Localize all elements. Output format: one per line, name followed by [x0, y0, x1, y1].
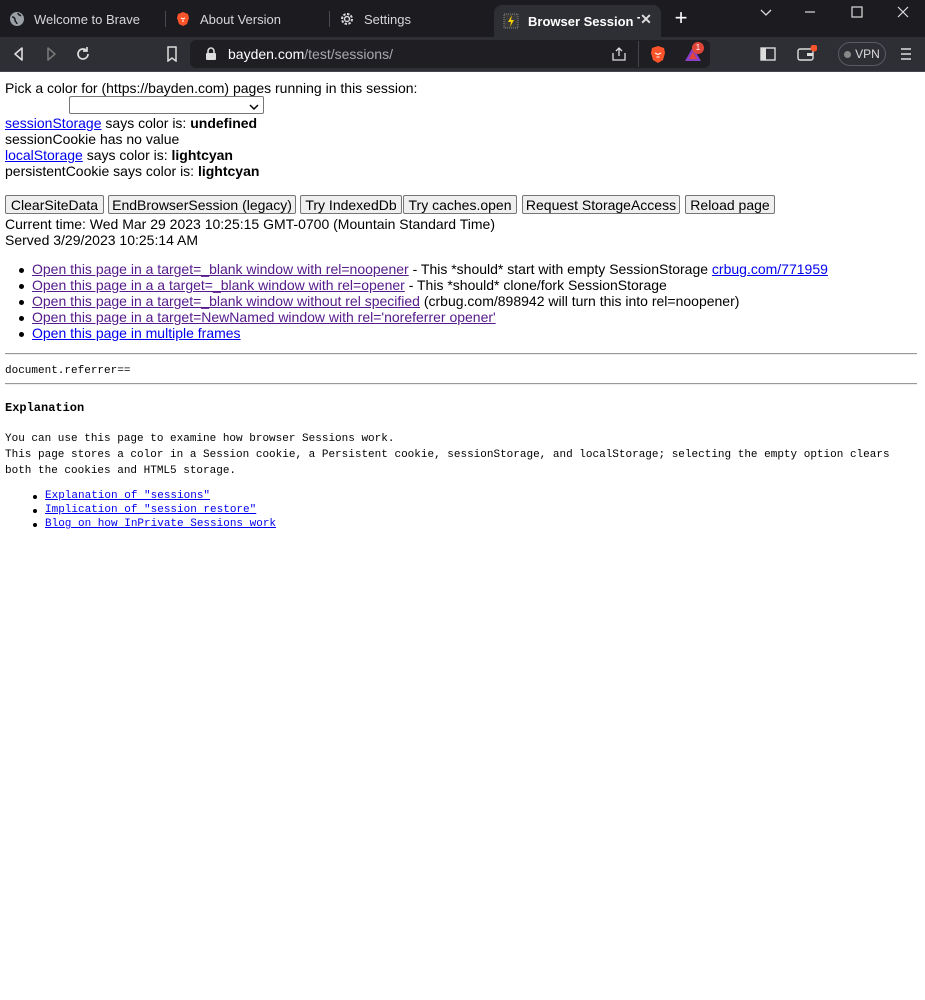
explanation-text: both the cookies and HTML5 storage. [5, 465, 237, 477]
explanation-heading: Explanation [5, 401, 85, 415]
tab-browser-session-test[interactable]: Browser Session Tes ✕ [494, 5, 661, 37]
maximize-icon[interactable] [845, 5, 869, 19]
tab-title: About Version [200, 11, 281, 27]
session-restore-link[interactable]: Implication of "session restore" [45, 504, 256, 516]
pick-color-label: Pick a color for (https://bayden.com) pa… [5, 80, 418, 96]
chevron-down-icon [249, 99, 259, 111]
close-tab-icon[interactable]: ✕ [639, 12, 653, 26]
vpn-status-dot [844, 50, 852, 58]
new-tab-button[interactable]: + [671, 7, 691, 29]
list-item: Implication of "session restore" [32, 504, 256, 516]
share-icon[interactable] [611, 46, 627, 67]
list-item: Open this page in a a target=_blank wind… [19, 277, 667, 293]
session-storage-link[interactable]: sessionStorage [5, 115, 102, 131]
globe-icon [9, 11, 25, 27]
list-item: Explanation of "sessions" [32, 490, 210, 502]
vpn-label: VPN [855, 47, 880, 61]
session-storage-status: sessionStorage says color is: undefined [5, 115, 258, 131]
open-noopener-link[interactable]: Open this page in a target=_blank window… [32, 261, 409, 277]
page-content: Pick a color for (https://bayden.com) pa… [0, 72, 925, 1000]
brave-shields-icon[interactable] [649, 45, 667, 69]
list-item: Open this page in a target=NewNamed wind… [19, 309, 496, 325]
minimize-icon[interactable] [798, 5, 822, 19]
lock-icon[interactable] [205, 47, 217, 66]
tab-settings[interactable]: Settings [330, 5, 492, 33]
sidebar-toggle-icon[interactable] [758, 44, 778, 64]
toolbar: bayden.com/test/sessions/ 1 VPN [0, 37, 925, 72]
open-opener-link[interactable]: Open this page in a a target=_blank wind… [32, 277, 405, 293]
end-browser-session-button[interactable]: EndBrowserSession (legacy) [108, 195, 296, 214]
url-text[interactable]: bayden.com/test/sessions/ [228, 46, 393, 62]
tab-title: Browser Session Tes [528, 13, 640, 29]
tab-about-version[interactable]: About Version [166, 5, 330, 33]
open-newnamed-link[interactable]: Open this page in a target=NewNamed wind… [32, 309, 496, 325]
chevron-down-icon[interactable] [754, 5, 778, 19]
clear-site-data-button[interactable]: ClearSiteData [5, 195, 104, 214]
divider [5, 383, 917, 385]
session-storage-value: undefined [190, 115, 258, 131]
crbug-771959-link[interactable]: crbug.com/771959 [712, 261, 828, 277]
list-item: Blog on how InPrivate Sessions work [32, 518, 276, 530]
divider [638, 41, 639, 67]
reload-button[interactable] [73, 44, 93, 64]
list-item: Open this page in multiple frames [19, 325, 241, 341]
list-item: Open this page in a target=_blank window… [18, 293, 740, 309]
session-cookie-status: sessionCookie has no value [5, 131, 180, 147]
tab-title: Settings [364, 11, 411, 27]
wallet-icon[interactable] [797, 44, 817, 64]
open-multiple-frames-link[interactable]: Open this page in multiple frames [32, 325, 241, 341]
brave-rewards-icon[interactable]: 1 [683, 42, 704, 68]
gear-icon [339, 11, 355, 27]
rewards-badge: 1 [692, 42, 704, 54]
served-time: Served 3/29/2023 10:25:14 AM [5, 232, 199, 248]
request-storage-access-button[interactable]: Request StorageAccess [522, 195, 680, 214]
open-no-rel-link[interactable]: Open this page in a target=_blank window… [32, 293, 420, 309]
local-storage-link[interactable]: localStorage [5, 147, 83, 163]
vpn-button[interactable]: VPN [838, 42, 886, 66]
inprivate-blog-link[interactable]: Blog on how InPrivate Sessions work [45, 518, 276, 530]
brave-lion-icon [175, 11, 191, 27]
tab-welcome[interactable]: Welcome to Brave [0, 5, 166, 33]
back-button[interactable] [9, 44, 29, 64]
persistent-cookie-value: lightcyan [197, 163, 260, 179]
tab-title: Welcome to Brave [34, 11, 140, 27]
local-storage-status: localStorage says color is: lightcyan [5, 147, 233, 163]
current-time: Current time: Wed Mar 29 2023 10:25:15 G… [5, 216, 495, 232]
explanation-of-sessions-link[interactable]: Explanation of "sessions" [45, 490, 210, 502]
try-caches-open-button[interactable]: Try caches.open [403, 195, 517, 214]
persistent-cookie-status: persistentCookie says color is: lightcya… [5, 163, 260, 179]
lightning-favicon-icon [503, 13, 519, 29]
divider [5, 353, 917, 355]
document-referrer: document.referrer== [5, 365, 131, 377]
bookmark-icon[interactable] [162, 44, 182, 64]
address-bar[interactable]: bayden.com/test/sessions/ 1 [190, 40, 710, 68]
list-item: Open this page in a target=_blank window… [19, 261, 828, 277]
forward-button[interactable] [41, 44, 61, 64]
explanation-text: This page stores a color in a Session co… [5, 449, 890, 461]
menu-icon[interactable] [896, 44, 916, 64]
close-icon[interactable] [891, 5, 915, 19]
local-storage-value: lightcyan [171, 147, 233, 163]
explanation-text: You can use this page to examine how bro… [5, 433, 395, 445]
title-bar: Welcome to Brave About Version Settings … [0, 0, 925, 37]
try-indexeddb-button[interactable]: Try IndexedDb [300, 195, 402, 214]
color-select[interactable] [69, 96, 264, 114]
reload-page-button[interactable]: Reload page [685, 195, 775, 214]
